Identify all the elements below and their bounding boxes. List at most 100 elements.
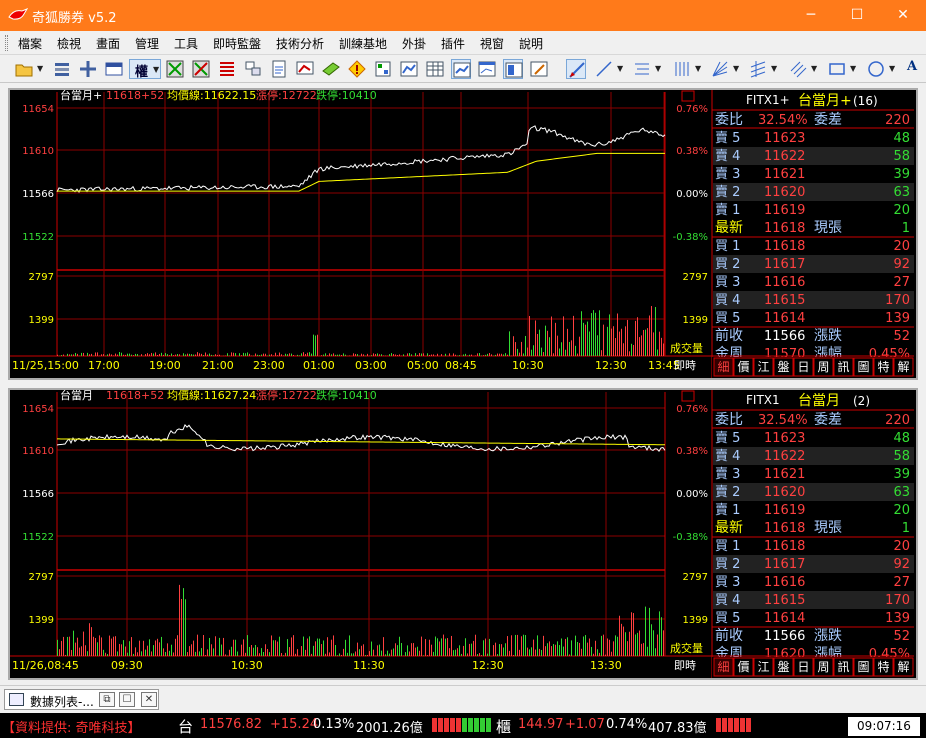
- quote-tab-label[interactable]: 日: [797, 660, 809, 674]
- restore-window-icon[interactable]: ⧉: [99, 692, 115, 707]
- ellipse-dropdown-icon[interactable]: ▼: [889, 64, 895, 73]
- volume-bar: [273, 640, 274, 656]
- channel-tool-icon[interactable]: [748, 59, 768, 79]
- chart-line-icon[interactable]: [399, 59, 419, 79]
- menu-screen[interactable]: 畫面: [96, 35, 120, 52]
- quote-tab-label[interactable]: 細: [717, 660, 729, 674]
- volume-bar: [179, 354, 180, 356]
- quote-tab-label[interactable]: 解: [897, 660, 909, 674]
- menu-training[interactable]: 訓練基地: [339, 35, 387, 52]
- chart-toggle-icon[interactable]: [681, 390, 695, 402]
- volume-bar: [219, 354, 220, 356]
- volume-bar: [451, 635, 452, 656]
- fan-dropdown-icon[interactable]: ▼: [733, 64, 739, 73]
- menu-manage[interactable]: 管理: [135, 35, 159, 52]
- minimize-button[interactable]: ─: [788, 0, 834, 31]
- quote-tab-label[interactable]: 盤: [777, 660, 789, 674]
- fan-tool-icon[interactable]: [710, 59, 730, 79]
- quote-tab-label[interactable]: 細: [717, 360, 729, 374]
- split-chart-icon[interactable]: [503, 59, 523, 79]
- volume-bar: [437, 353, 438, 356]
- volume-bar: [617, 313, 618, 356]
- move-cross-icon[interactable]: [78, 59, 98, 79]
- menu-plugins[interactable]: 插件: [441, 35, 465, 52]
- vline-tool-icon[interactable]: [672, 59, 692, 79]
- minimized-window[interactable]: 數據列表-... ⧉ ☐ ✕: [4, 689, 159, 710]
- quote-tab-label[interactable]: 圖: [857, 360, 869, 374]
- chart-svg-night[interactable]: 台當月+ 11618 +52 均價線:11622.15 漲停:12722 跌停:10410…: [10, 90, 916, 378]
- parallel-tool-icon[interactable]: [788, 59, 808, 79]
- volume-bar: [641, 335, 642, 356]
- quote-tab-label[interactable]: 特: [877, 659, 889, 674]
- quote-tab-label[interactable]: 特: [877, 359, 889, 374]
- chart-panel-day[interactable]: 台當月 11618 +52 均價線:11627.24 漲停:12722 跌停:10410 1…: [8, 388, 918, 680]
- quote-tab-label[interactable]: 訊: [837, 659, 849, 674]
- volume-bar: [487, 353, 488, 356]
- quote-tab-label[interactable]: 周: [817, 660, 829, 674]
- hline-tool-icon[interactable]: [632, 59, 652, 79]
- chart-window-icon[interactable]: [477, 59, 497, 79]
- ellipse-tool-icon[interactable]: [866, 59, 886, 79]
- menu-window[interactable]: 視窗: [480, 35, 504, 52]
- alert-chart-icon[interactable]: [295, 59, 315, 79]
- menu-view[interactable]: 檢視: [57, 35, 81, 52]
- document-icon[interactable]: [269, 59, 289, 79]
- warning-icon[interactable]: [347, 59, 367, 79]
- volume-bar: [593, 310, 594, 356]
- rect-tool-icon[interactable]: [827, 59, 847, 79]
- panel-icon[interactable]: [104, 59, 124, 79]
- menu-file[interactable]: 檔案: [18, 35, 42, 52]
- quote-tab-label[interactable]: 江: [757, 660, 769, 674]
- quote-tab-label[interactable]: 盤: [777, 360, 789, 374]
- volume-bar: [345, 639, 346, 656]
- volume-bar: [87, 352, 88, 356]
- volume-bar: [647, 328, 648, 356]
- tai-label: 台: [178, 718, 194, 736]
- windows-icon[interactable]: [243, 59, 263, 79]
- vline-dropdown-icon[interactable]: ▼: [695, 64, 701, 73]
- quote-tab-label[interactable]: 周: [817, 360, 829, 374]
- line-dropdown-icon[interactable]: ▼: [617, 64, 623, 73]
- rect-dropdown-icon[interactable]: ▼: [850, 64, 856, 73]
- text-tool-icon[interactable]: A: [907, 59, 917, 74]
- menu-analysis[interactable]: 技術分析: [276, 35, 324, 52]
- chart-svg-day[interactable]: 台當月 11618 +52 均價線:11627.24 漲停:12722 跌停:104101…: [10, 390, 916, 678]
- intraday-chart-icon[interactable]: [451, 59, 471, 79]
- bars-red-icon[interactable]: [217, 59, 237, 79]
- volume-bar: [317, 638, 318, 656]
- export-icon[interactable]: [373, 59, 393, 79]
- close-window-icon[interactable]: ✕: [141, 692, 157, 707]
- close-button[interactable]: ✕: [880, 0, 926, 31]
- edit-chart-icon[interactable]: [529, 59, 549, 79]
- volume-bar: [297, 649, 298, 656]
- draw-tool-icon[interactable]: [566, 59, 586, 79]
- open-dropdown-icon[interactable]: ▼: [37, 64, 43, 73]
- quote-tab-label[interactable]: 解: [897, 360, 909, 374]
- open-folder-icon[interactable]: [14, 59, 34, 79]
- menu-monitor[interactable]: 即時監盤: [213, 35, 261, 52]
- quote-tab-label[interactable]: 價: [737, 360, 749, 374]
- parallel-dropdown-icon[interactable]: ▼: [811, 64, 817, 73]
- list-icon[interactable]: [52, 59, 72, 79]
- hline-dropdown-icon[interactable]: ▼: [655, 64, 661, 73]
- maximize-button[interactable]: ☐: [834, 0, 880, 31]
- channel-dropdown-icon[interactable]: ▼: [771, 64, 777, 73]
- chart-toggle-icon[interactable]: [681, 90, 695, 102]
- quote-tab-label[interactable]: 日: [797, 360, 809, 374]
- menu-help[interactable]: 說明: [519, 35, 543, 52]
- money-icon[interactable]: [321, 59, 341, 79]
- menu-tools[interactable]: 工具: [174, 35, 198, 52]
- chart-grid-icon[interactable]: [165, 59, 185, 79]
- volume-bar: [309, 636, 310, 656]
- quote-tab-label[interactable]: 訊: [837, 359, 849, 374]
- quote-tab-label[interactable]: 圖: [857, 660, 869, 674]
- table-icon[interactable]: [425, 59, 445, 79]
- chart-cross-icon[interactable]: [191, 59, 211, 79]
- quote-tab-label[interactable]: 江: [757, 360, 769, 374]
- quote-tab-label[interactable]: 價: [737, 660, 749, 674]
- menu-plugin-ext[interactable]: 外掛: [402, 35, 426, 52]
- maximize-window-icon[interactable]: ☐: [119, 692, 135, 707]
- line-tool-icon[interactable]: [594, 59, 614, 79]
- chart-panel-night[interactable]: 台當月+ 11618 +52 均價線:11622.15 漲停:12722 跌停:10410…: [8, 88, 918, 380]
- weight-button[interactable]: 權 ▼: [129, 59, 161, 80]
